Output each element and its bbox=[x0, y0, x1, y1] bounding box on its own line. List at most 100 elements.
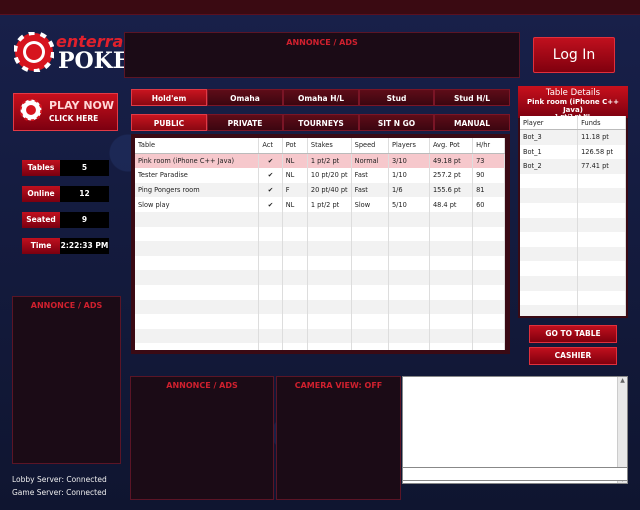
stat-online-value: 12 bbox=[60, 186, 109, 202]
tab-manual[interactable]: MANUAL bbox=[434, 114, 510, 131]
go-to-table-button[interactable]: GO TO TABLE bbox=[529, 325, 617, 343]
cell-hhr: 73 bbox=[472, 153, 505, 169]
empty-row bbox=[520, 232, 626, 247]
table-row[interactable]: Tester Paradise ✔ NL 10 pt/20 pt Fast 1/… bbox=[135, 168, 505, 183]
cell-funds: 126.58 pt bbox=[577, 144, 626, 160]
cashier-button[interactable]: CASHIER bbox=[529, 347, 617, 365]
empty-row bbox=[520, 261, 626, 276]
bottom-ad-panel[interactable]: ANNONCE / ADS bbox=[130, 376, 274, 500]
cell-avg-pot: 48.4 pt bbox=[429, 197, 474, 212]
cell-table: Tester Paradise bbox=[135, 168, 260, 183]
cell-player: Bot_1 bbox=[520, 144, 579, 160]
cell-avg-pot: 155.6 pt bbox=[429, 182, 474, 198]
player-row[interactable]: Bot_1 126.58 pt bbox=[520, 144, 626, 160]
scroll-up-icon[interactable]: ▲ bbox=[618, 377, 627, 384]
cell-pot: NL bbox=[282, 168, 308, 183]
tab-holdem[interactable]: Hold'em bbox=[131, 89, 207, 106]
tab-stud-hl[interactable]: Stud H/L bbox=[434, 89, 510, 106]
cell-pot: F bbox=[282, 182, 308, 198]
empty-row bbox=[520, 305, 626, 316]
check-icon: ✔ bbox=[258, 182, 283, 198]
tab-private[interactable]: PRIVATE bbox=[207, 114, 283, 131]
empty-row bbox=[520, 275, 626, 291]
details-room: Pink room (iPhone C++ Java) bbox=[527, 98, 619, 114]
poker-chip-icon bbox=[14, 32, 54, 72]
cell-speed: Slow bbox=[351, 197, 389, 212]
check-icon: ✔ bbox=[258, 197, 283, 212]
cell-hhr: 60 bbox=[472, 197, 505, 212]
col-players[interactable]: Players bbox=[388, 138, 430, 154]
cell-stakes: 1 pt/2 pt bbox=[307, 153, 352, 169]
top-ad-label: ANNONCE / ADS bbox=[286, 38, 358, 47]
cell-speed: Fast bbox=[351, 182, 389, 198]
top-bar bbox=[0, 0, 640, 15]
table-row[interactable]: Slow play ✔ NL 1 pt/2 pt Slow 5/10 48.4 … bbox=[135, 197, 505, 212]
stat-time-label: Time bbox=[22, 238, 60, 254]
cell-hhr: 81 bbox=[472, 182, 505, 198]
login-button[interactable]: Log In bbox=[533, 37, 615, 73]
empty-row bbox=[135, 241, 505, 256]
play-now-subtitle: CLICK HERE bbox=[49, 114, 99, 123]
cell-table: Ping Pongers room bbox=[135, 182, 260, 198]
empty-row bbox=[520, 188, 626, 203]
cell-table: Slow play bbox=[135, 197, 260, 212]
tab-public[interactable]: PUBLIC bbox=[131, 114, 207, 131]
play-now-button[interactable]: PLAY NOW CLICK HERE bbox=[13, 93, 118, 131]
col-act[interactable]: Act bbox=[258, 138, 283, 154]
stat-tables-label: Tables bbox=[22, 160, 60, 176]
table-row[interactable]: Ping Pongers room ✔ F 20 pt/40 pt Fast 1… bbox=[135, 182, 505, 198]
cell-avg-pot: 257.2 pt bbox=[429, 168, 474, 183]
col-avg-pot[interactable]: Avg. Pot bbox=[429, 138, 474, 154]
cell-hhr: 90 bbox=[472, 168, 505, 183]
empty-row bbox=[135, 226, 505, 242]
col-hhr[interactable]: H/hr bbox=[472, 138, 505, 154]
player-row[interactable]: Bot_2 77.41 pt bbox=[520, 159, 626, 174]
cell-stakes: 1 pt/2 pt bbox=[307, 197, 352, 212]
poker-chip-icon bbox=[20, 99, 42, 121]
cell-funds: 11.18 pt bbox=[577, 129, 626, 145]
tab-omaha[interactable]: Omaha bbox=[207, 89, 283, 106]
stat-seated-value: 9 bbox=[60, 212, 109, 228]
players-grid: Player Funds Bot_3 11.18 pt Bot_1 126.58… bbox=[520, 116, 626, 316]
players-header-row: Player Funds bbox=[520, 116, 626, 130]
col-player[interactable]: Player bbox=[520, 116, 579, 130]
lobby-server-status: Lobby Server: Connected bbox=[12, 475, 107, 484]
empty-row bbox=[520, 202, 626, 218]
left-ad-panel[interactable]: ANNONCE / ADS bbox=[12, 296, 121, 464]
top-ad-panel[interactable]: ANNONCE / ADS bbox=[124, 32, 520, 78]
col-table[interactable]: Table bbox=[135, 138, 260, 154]
check-icon: ✔ bbox=[258, 153, 283, 169]
tables-grid: Table Act Pot Stakes Speed Players Avg. … bbox=[135, 138, 505, 350]
empty-row bbox=[135, 343, 505, 350]
empty-row bbox=[520, 173, 626, 189]
col-speed[interactable]: Speed bbox=[351, 138, 389, 154]
cell-players: 3/10 bbox=[388, 153, 430, 169]
cell-pot: NL bbox=[282, 153, 308, 169]
cell-funds: 77.41 pt bbox=[577, 159, 626, 174]
cell-pot: NL bbox=[282, 197, 308, 212]
empty-row bbox=[135, 314, 505, 329]
check-icon: ✔ bbox=[258, 168, 283, 183]
tab-omaha-hl[interactable]: Omaha H/L bbox=[283, 89, 359, 106]
cell-table: Pink room (iPhone C++ Java) bbox=[135, 153, 260, 169]
cell-stakes: 20 pt/40 pt bbox=[307, 182, 352, 198]
empty-row bbox=[135, 211, 505, 227]
empty-row bbox=[520, 217, 626, 233]
cell-player: Bot_3 bbox=[520, 129, 579, 145]
table-row[interactable]: Pink room (iPhone C++ Java) ✔ NL 1 pt/2 … bbox=[135, 153, 505, 169]
tab-stud[interactable]: Stud bbox=[359, 89, 434, 106]
stat-tables-value: 5 bbox=[60, 160, 109, 176]
chat-input[interactable] bbox=[402, 467, 628, 481]
empty-row bbox=[135, 284, 505, 300]
cell-avg-pot: 49.18 pt bbox=[429, 153, 474, 169]
camera-label: CAMERA VIEW: OFF bbox=[294, 381, 383, 390]
tab-tourneys[interactable]: TOURNEYS bbox=[283, 114, 359, 131]
col-pot[interactable]: Pot bbox=[282, 138, 308, 154]
tab-sit-n-go[interactable]: SIT N GO bbox=[359, 114, 434, 131]
col-funds[interactable]: Funds bbox=[577, 116, 626, 130]
cell-speed: Fast bbox=[351, 168, 389, 183]
left-ad-label: ANNONCE / ADS bbox=[30, 301, 103, 310]
player-row[interactable]: Bot_3 11.18 pt bbox=[520, 129, 626, 145]
col-stakes[interactable]: Stakes bbox=[307, 138, 352, 154]
game-server-status: Game Server: Connected bbox=[12, 488, 107, 497]
